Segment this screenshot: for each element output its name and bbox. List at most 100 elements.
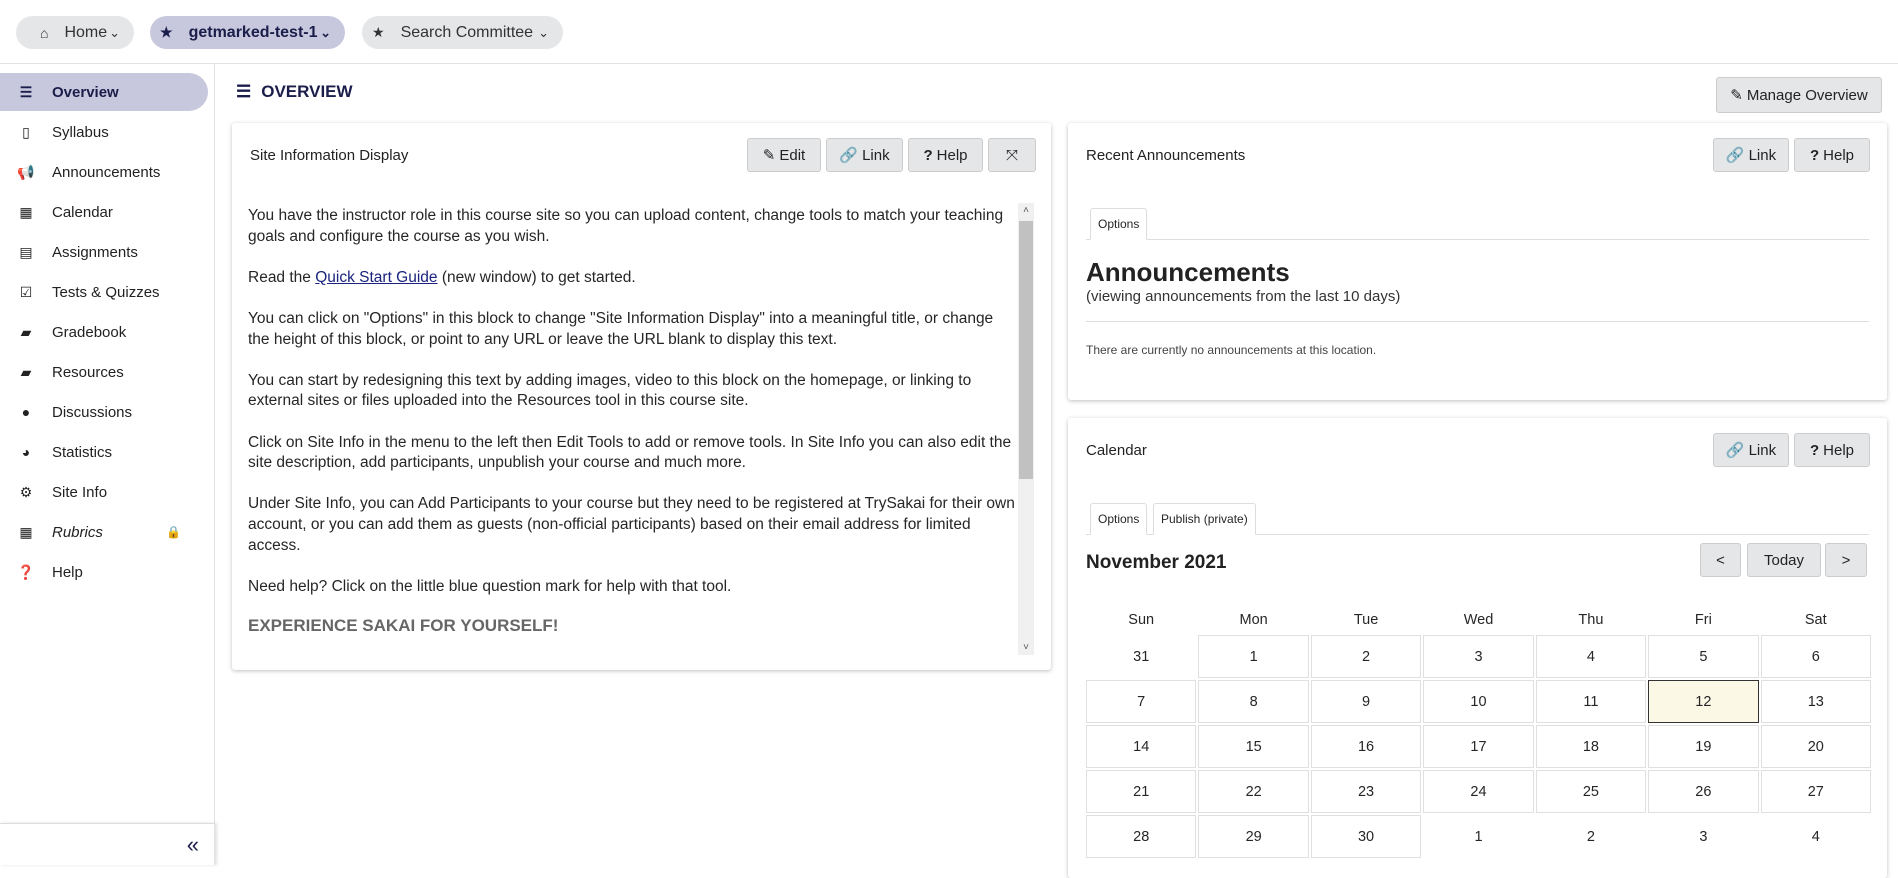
sidebar-item-label: Statistics bbox=[52, 443, 113, 461]
link-button[interactable]: 🔗 Link bbox=[1713, 433, 1789, 467]
sidebar-item-label: Gradebook bbox=[52, 323, 127, 341]
double-chevron-left-icon[interactable]: « bbox=[187, 832, 199, 858]
chevron-down-icon[interactable]: ⌄ bbox=[109, 25, 120, 41]
site-label: Search Committee bbox=[400, 23, 534, 41]
calendar-day[interactable]: 15 bbox=[1198, 725, 1309, 768]
button-label: Link bbox=[1748, 146, 1777, 164]
calendar-day[interactable]: 22 bbox=[1198, 770, 1309, 813]
paragraph: Need help? Click on the little blue ques… bbox=[248, 577, 732, 595]
calendar-day[interactable]: 11 bbox=[1535, 680, 1647, 723]
calendar-day[interactable]: 13 bbox=[1760, 680, 1871, 723]
publish-tab[interactable]: Publish (private) bbox=[1153, 503, 1256, 535]
sidebar-item-announcements[interactable]: 📢 Announcements bbox=[0, 153, 208, 191]
calendar-day[interactable]: 23 bbox=[1310, 770, 1422, 813]
calendar-day[interactable]: 14 bbox=[1086, 725, 1197, 768]
sidebar-item-statistics[interactable]: ◕ Statistics bbox=[0, 433, 208, 471]
site-pill-home[interactable]: ⌂ Home ⌄ bbox=[16, 16, 134, 49]
weekday-header: Sun Mon Tue Wed Thu Fri Sat bbox=[1085, 612, 1872, 634]
calendar-day[interactable]: 1 bbox=[1198, 635, 1309, 678]
sidebar-item-site-info[interactable]: ⚙ Site Info bbox=[0, 473, 208, 511]
sidebar-item-assignments[interactable]: ▤ Assignments bbox=[0, 233, 208, 271]
sidebar-item-tests-quizzes[interactable]: ☑ Tests & Quizzes bbox=[0, 273, 208, 311]
calendar-day[interactable]: 5 bbox=[1648, 635, 1759, 678]
calendar-day[interactable]: 4 bbox=[1535, 635, 1647, 678]
today-button[interactable]: Today bbox=[1747, 543, 1821, 577]
calendar-day[interactable]: 20 bbox=[1760, 725, 1871, 768]
link-button[interactable]: 🔗 Link bbox=[1713, 138, 1789, 172]
chevron-down-icon[interactable]: ⌄ bbox=[320, 25, 331, 41]
calendar-day[interactable]: 27 bbox=[1760, 770, 1871, 813]
chevron-down-icon[interactable]: ⌄ bbox=[538, 25, 549, 41]
text: (new window) to get started. bbox=[437, 268, 636, 286]
calendar-day[interactable]: 16 bbox=[1310, 725, 1422, 768]
calendar-day[interactable]: 6 bbox=[1760, 635, 1871, 678]
calendar-day[interactable]: 9 bbox=[1310, 680, 1422, 723]
sidebar-item-gradebook[interactable]: ▰ Gradebook bbox=[0, 313, 208, 351]
sidebar-item-discussions[interactable]: ● Discussions bbox=[0, 393, 208, 431]
sidebar-item-resources[interactable]: ▰ Resources bbox=[0, 353, 208, 391]
calendar-day-today[interactable]: 12 bbox=[1648, 680, 1759, 723]
paragraph: Under Site Info, you can Add Participant… bbox=[248, 495, 1015, 554]
calendar-day[interactable]: 3 bbox=[1648, 815, 1758, 858]
collapse-sidebar-button[interactable]: « bbox=[0, 823, 215, 865]
options-tabs: Options bbox=[1086, 207, 1869, 240]
link-button[interactable]: 🔗 Link bbox=[826, 138, 903, 172]
site-nav-bar: ⌂ Home ⌄ ★ getmarked-test-1 ⌄ ★ Search Commit… bbox=[0, 0, 1898, 64]
panel-title: Recent Announcements bbox=[1086, 147, 1246, 164]
sidebar-item-calendar[interactable]: ▦ Calendar bbox=[0, 193, 208, 231]
manage-overview-button[interactable]: ✎ Manage Overview bbox=[1716, 77, 1882, 113]
calendar-day[interactable]: 2 bbox=[1536, 815, 1646, 858]
calendar-day[interactable]: 21 bbox=[1086, 770, 1197, 813]
maximize-button[interactable]: ⤧ bbox=[988, 138, 1036, 172]
calendar-day[interactable]: 10 bbox=[1423, 680, 1534, 723]
calendar-day[interactable]: 30 bbox=[1310, 815, 1422, 858]
calendar-day[interactable]: 17 bbox=[1423, 725, 1534, 768]
sidebar-item-syllabus[interactable]: ▯ Syllabus bbox=[0, 113, 208, 151]
options-tab[interactable]: Options bbox=[1090, 503, 1148, 535]
site-label: getmarked-test-1 bbox=[188, 23, 318, 41]
calendar-day[interactable]: 4 bbox=[1761, 815, 1871, 858]
calendar-day[interactable]: 8 bbox=[1198, 680, 1309, 723]
options-tab[interactable]: Options bbox=[1090, 208, 1148, 240]
site-pill-getmarked[interactable]: ★ getmarked-test-1 ⌄ bbox=[150, 16, 345, 49]
help-button[interactable]: ? Help bbox=[1794, 433, 1870, 467]
sidebar-item-rubrics[interactable]: ▦ Rubrics 🔒 bbox=[0, 513, 208, 551]
calendar-day[interactable]: 28 bbox=[1086, 815, 1197, 858]
site-pill-search-committee[interactable]: ★ Search Committee ⌄ bbox=[362, 16, 563, 49]
scrollbar-thumb[interactable] bbox=[1019, 221, 1033, 479]
calendar-day[interactable]: 19 bbox=[1648, 725, 1759, 768]
sidebar-item-label: Calendar bbox=[52, 203, 113, 221]
calendar-grid: 31 1 2 3 4 5 6 7 8 9 10 11 12 13 14 15 16 17 18 19 20 21 22 23 2… bbox=[1085, 634, 1872, 859]
next-month-button[interactable]: > bbox=[1825, 543, 1867, 577]
sidebar-item-help[interactable]: ❓ Help bbox=[0, 553, 208, 591]
calendar-day[interactable]: 24 bbox=[1423, 770, 1534, 813]
announcements-panel: Recent Announcements 🔗 Link ? Help Options… bbox=[1068, 123, 1887, 400]
calendar-day[interactable]: 3 bbox=[1423, 635, 1534, 678]
sidebar-item-label: Resources bbox=[52, 363, 124, 381]
calendar-day[interactable]: 7 bbox=[1086, 680, 1197, 723]
calendar-day[interactable]: 18 bbox=[1535, 725, 1647, 768]
folder-open-icon: ▰ bbox=[20, 363, 32, 380]
calendar-day[interactable]: 26 bbox=[1648, 770, 1759, 813]
scroll-up-icon[interactable]: ˄ bbox=[1018, 205, 1034, 216]
weekday-label: Mon bbox=[1239, 612, 1268, 628]
previous-month-button[interactable]: < bbox=[1700, 543, 1741, 577]
calendar-tabs: Options Publish (private) bbox=[1086, 502, 1869, 535]
page-title: ☰ OVERVIEW bbox=[236, 82, 353, 102]
help-button[interactable]: ? Help bbox=[908, 138, 983, 172]
quick-start-guide-link[interactable]: Quick Start Guide bbox=[315, 269, 437, 286]
bullhorn-icon: 📢 bbox=[17, 163, 35, 180]
sidebar-item-overview[interactable]: ☰ Overview bbox=[0, 73, 208, 111]
calendar-month-view: Sun Mon Tue Wed Thu Fri Sat 31 1 2 3 4 5 6 7 8 9 10 11 12 1… bbox=[1085, 612, 1872, 859]
calendar-day[interactable]: 25 bbox=[1535, 770, 1647, 813]
button-label: Link bbox=[1748, 441, 1777, 459]
help-button[interactable]: ? Help bbox=[1794, 138, 1870, 172]
calendar-day[interactable]: 29 bbox=[1198, 815, 1309, 858]
scroll-down-icon[interactable]: ˅ bbox=[1018, 642, 1034, 653]
calendar-day[interactable]: 1 bbox=[1423, 815, 1533, 858]
scrollbar[interactable]: ˄ ˅ bbox=[1018, 203, 1034, 655]
edit-button[interactable]: ✎ Edit bbox=[747, 138, 821, 172]
calendar-day[interactable]: 2 bbox=[1310, 635, 1422, 678]
calendar-day[interactable]: 31 bbox=[1086, 635, 1196, 678]
empty-message: There are currently no announcements at … bbox=[1086, 343, 1377, 357]
